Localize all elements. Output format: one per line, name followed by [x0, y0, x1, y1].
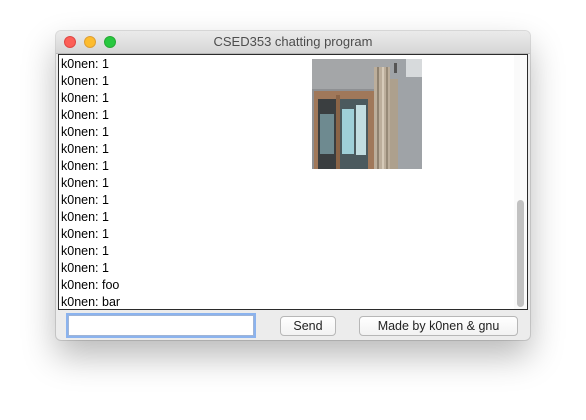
input-bar: Send Made by k0nen & gnu — [56, 310, 530, 340]
app-window: CSED353 chatting program k0nen: 1 k0nen: … — [56, 31, 530, 340]
chat-log[interactable]: k0nen: 1 k0nen: 1 k0nen: 1 k0nen: 1 k0nen: 1… — [58, 54, 528, 310]
chat-message: k0nen: 1 — [61, 244, 109, 258]
chat-message: k0nen: 1 — [61, 125, 109, 139]
shared-image — [312, 59, 422, 169]
chat-message: k0nen: 1 — [61, 159, 109, 173]
message-list: k0nen: 1 k0nen: 1 k0nen: 1 k0nen: 1 k0nen: 1… — [61, 56, 121, 309]
scrollbar-thumb[interactable] — [517, 200, 524, 307]
window-title: CSED353 chatting program — [213, 34, 373, 49]
chat-scrollbar[interactable] — [514, 55, 527, 309]
chat-message: k0nen: 1 — [61, 227, 109, 241]
chat-message: k0nen: 1 — [61, 261, 109, 275]
chat-message: k0nen: 1 — [61, 142, 109, 156]
chat-message: k0nen: 1 — [61, 108, 109, 122]
chat-message: k0nen: 1 — [61, 74, 109, 88]
chat-message: k0nen: bar — [61, 295, 121, 309]
chat-message: k0nen: 1 — [61, 193, 109, 207]
chat-message: k0nen: 1 — [61, 57, 109, 71]
credits-button[interactable]: Made by k0nen & gnu — [359, 316, 518, 336]
chat-message: k0nen: 1 — [61, 176, 109, 190]
send-button[interactable]: Send — [280, 316, 336, 336]
chat-message: k0nen: foo — [61, 278, 120, 292]
chat-message: k0nen: 1 — [61, 91, 109, 105]
message-input[interactable] — [68, 315, 254, 336]
title-bar[interactable]: CSED353 chatting program — [56, 31, 530, 54]
chat-message: k0nen: 1 — [61, 210, 109, 224]
shared-photo-image — [312, 59, 422, 169]
